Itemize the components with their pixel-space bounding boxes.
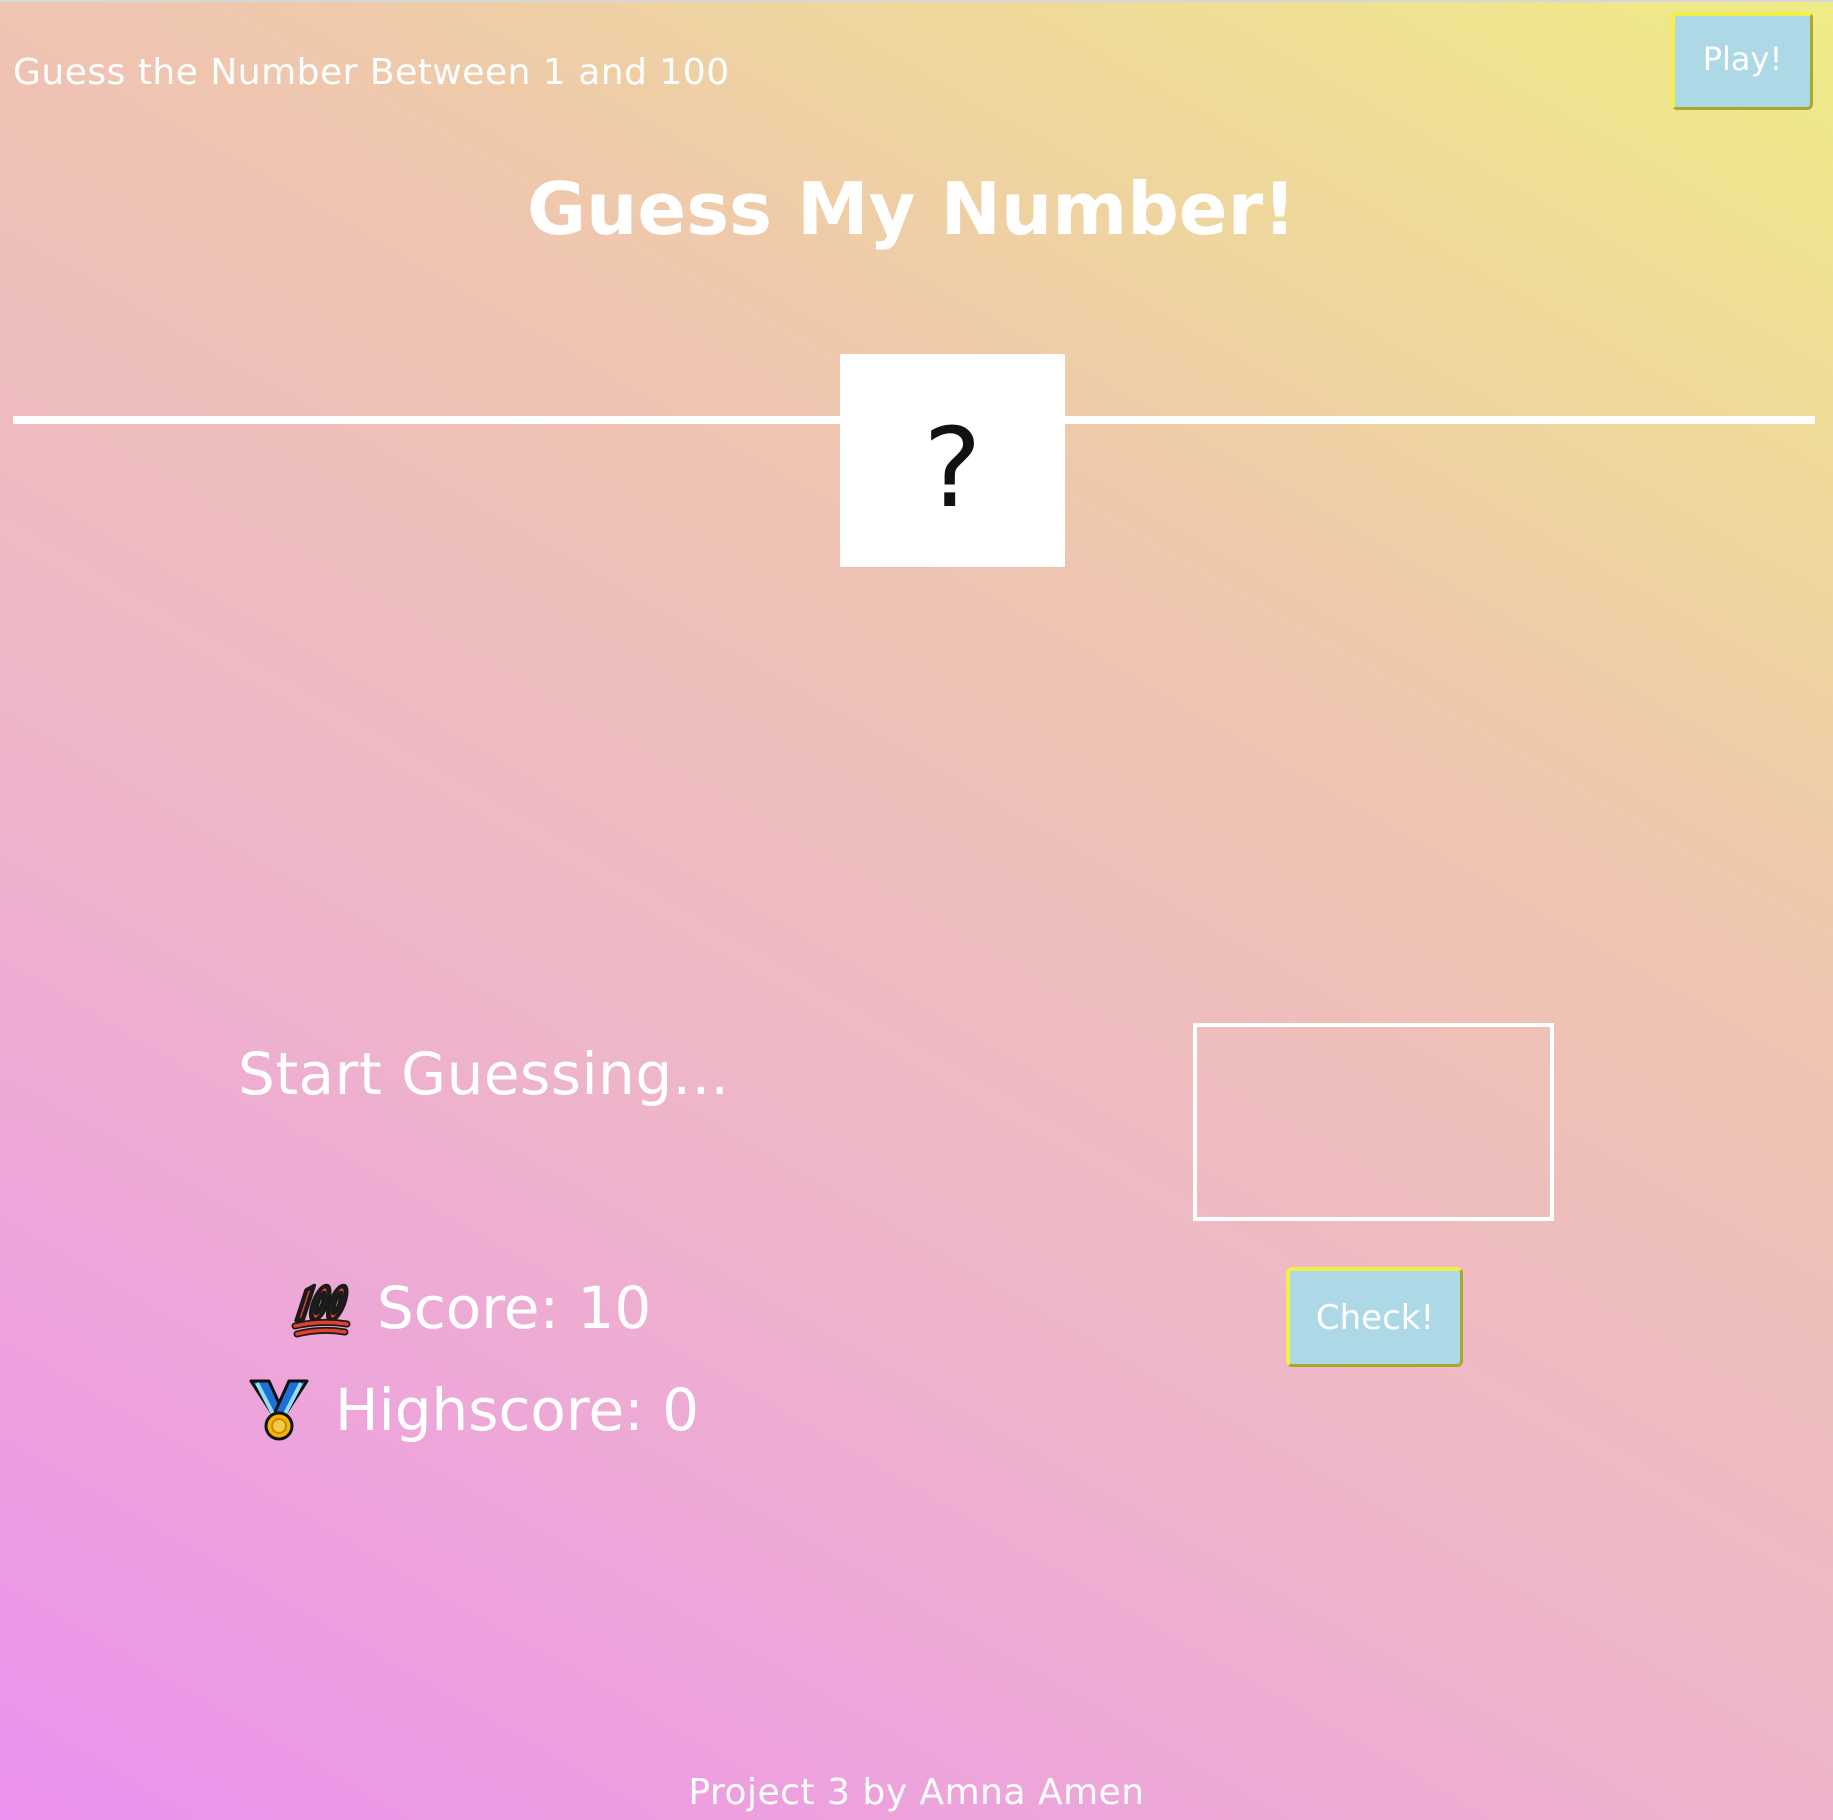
score-label: Score: 10 [377, 1274, 652, 1342]
highscore-row: Highscore: 0 [247, 1376, 699, 1444]
subtitle: Guess the Number Between 1 and 100 [13, 52, 730, 93]
footer-credit: Project 3 by Amna Amen [688, 1772, 1145, 1813]
score-row: Score: 10 [289, 1274, 651, 1342]
highscore-label: Highscore: 0 [335, 1376, 700, 1444]
status-message: Start Guessing... [238, 1040, 730, 1108]
hundred-points-icon [289, 1276, 353, 1340]
play-button[interactable]: Play! [1671, 12, 1813, 110]
check-button[interactable]: Check! [1286, 1267, 1463, 1367]
medal-icon [247, 1378, 311, 1442]
page-title: Guess My Number! [527, 167, 1296, 251]
guess-input[interactable] [1193, 1023, 1554, 1221]
secret-number-box: ? [840, 354, 1065, 567]
